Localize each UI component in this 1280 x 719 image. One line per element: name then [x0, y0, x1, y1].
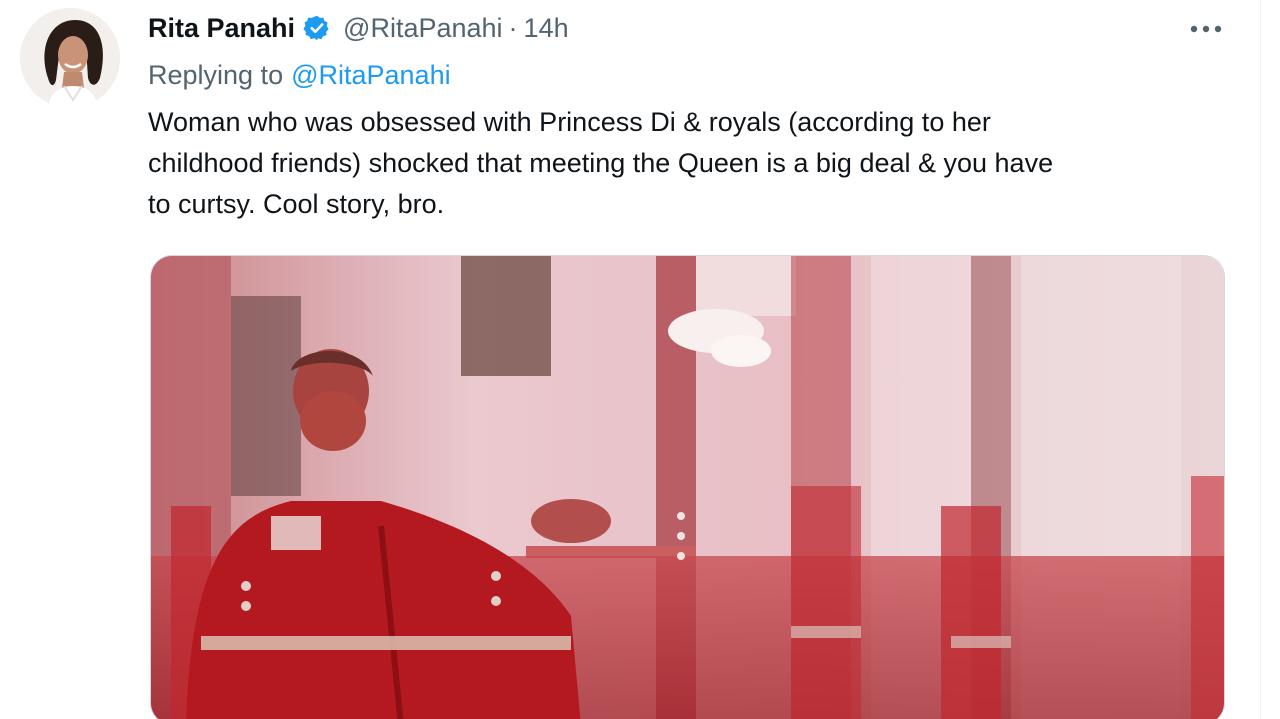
tweet-text: Woman who was obsessed with Princess Di …: [148, 102, 1238, 225]
tweet-text-line: to curtsy. Cool story, bro.: [148, 189, 445, 219]
verified-badge-icon: [303, 12, 335, 44]
separator-dot: ·: [508, 12, 518, 43]
author-display-name[interactable]: Rita Panahi: [148, 13, 295, 44]
tweet-card[interactable]: Rita Panahi @RitaPanahi · 14h Replying t…: [0, 0, 1280, 719]
media-photo: [151, 256, 1224, 719]
replying-to-label: Replying to: [148, 59, 284, 90]
tweet-text-line: Woman who was obsessed with Princess Di …: [148, 107, 991, 137]
replying-to: Replying to @RitaPanahi: [148, 56, 451, 94]
avatar[interactable]: [20, 8, 120, 108]
more-options-button[interactable]: [1186, 14, 1226, 44]
replying-to-handle-link[interactable]: @RitaPanahi: [291, 60, 451, 91]
tweet-timestamp[interactable]: 14h: [524, 13, 569, 44]
avatar-image: [20, 8, 120, 108]
more-horizontal-icon: [1190, 25, 1222, 33]
column-divider: [1260, 0, 1261, 719]
tweet-text-line: childhood friends) shocked that meeting …: [148, 148, 1054, 178]
author-handle[interactable]: @RitaPanahi: [343, 13, 503, 44]
tweet-header: Rita Panahi @RitaPanahi · 14h: [148, 8, 569, 48]
tweet-media-image[interactable]: [150, 255, 1225, 719]
